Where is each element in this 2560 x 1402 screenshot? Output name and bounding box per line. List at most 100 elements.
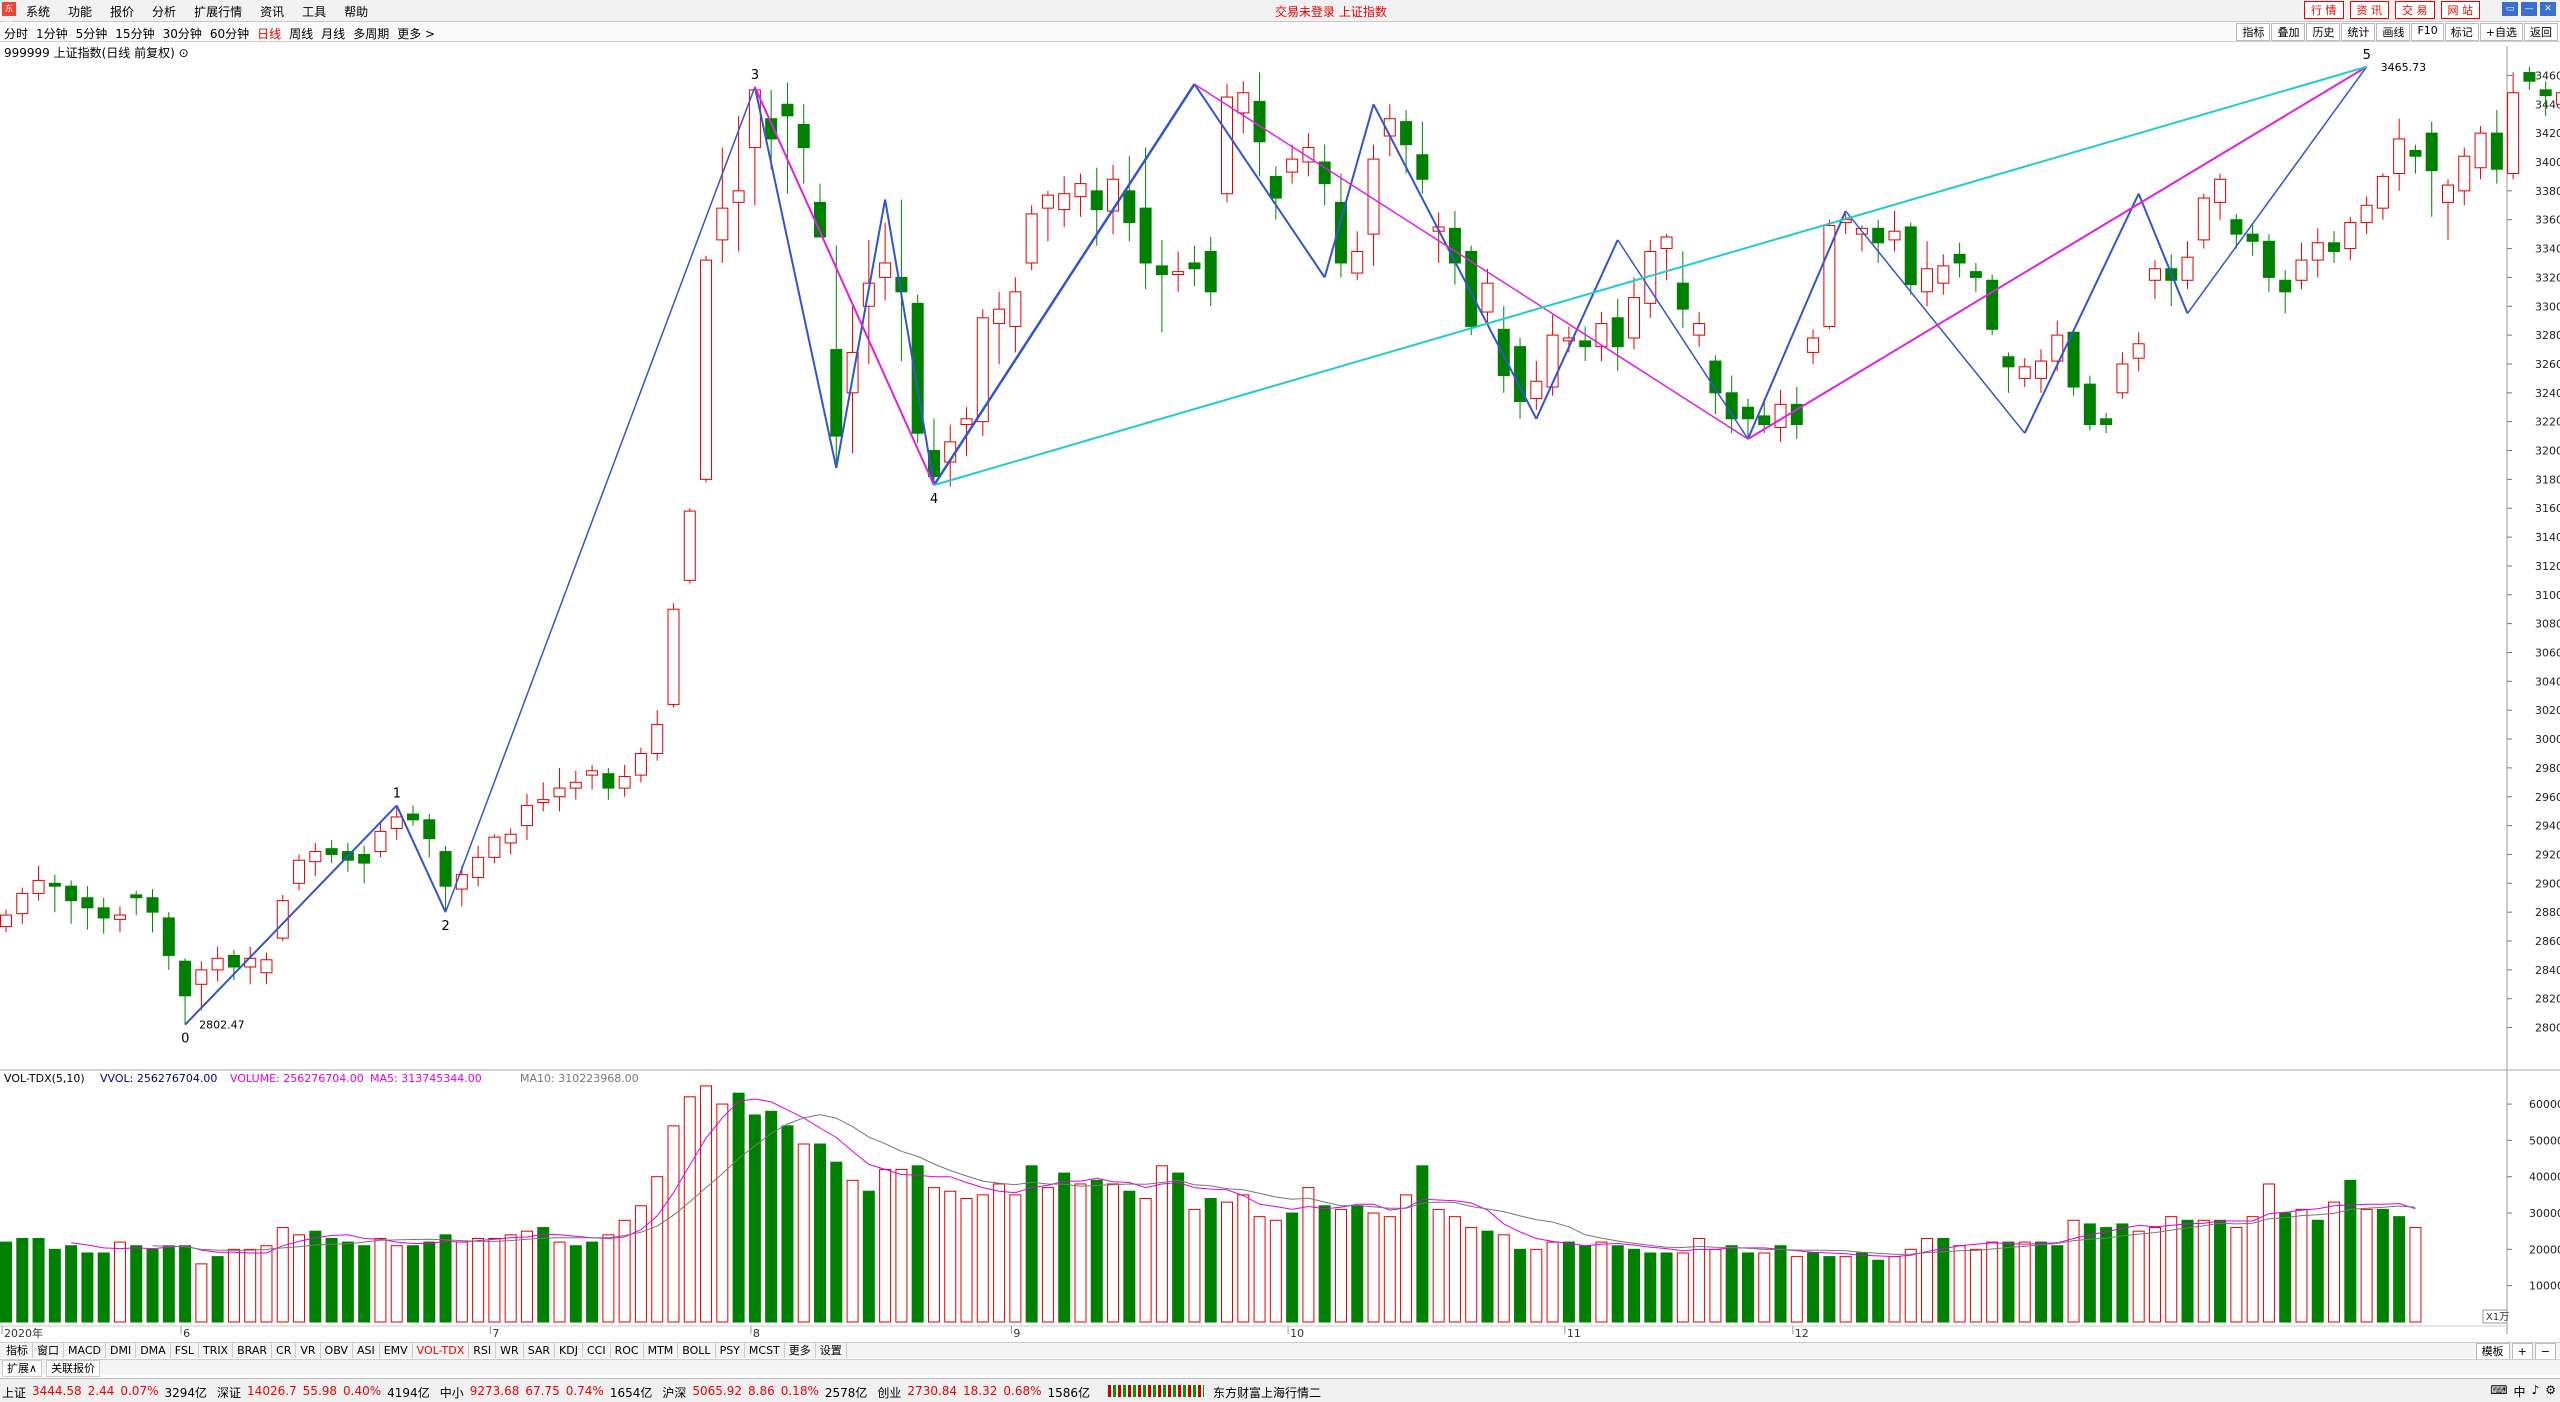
index-quote[interactable]: 中小 9273.68 67.75 0.74% 1654亿 bbox=[440, 1384, 653, 1401]
menu-item[interactable]: 帮助 bbox=[344, 3, 368, 20]
indicator-tab[interactable]: MTM bbox=[644, 1343, 679, 1358]
indicator-window-tab[interactable]: 窗口 bbox=[33, 1343, 64, 1358]
price-tick-label: 3200 bbox=[2535, 445, 2560, 458]
volume-tick-label: 60000 bbox=[2529, 1098, 2560, 1111]
period-tab[interactable]: 15分钟 bbox=[115, 25, 154, 42]
window-control-button[interactable]: ✕ bbox=[2540, 2, 2556, 16]
indicator-tab[interactable]: BOLL bbox=[678, 1343, 716, 1358]
tray-icon[interactable]: ♪ bbox=[2532, 1383, 2540, 1400]
indicator-tab[interactable]: MACD bbox=[64, 1343, 106, 1358]
volume-bar bbox=[2100, 1227, 2113, 1323]
candle-body bbox=[732, 190, 745, 203]
menu-item[interactable]: 系统 bbox=[26, 3, 50, 20]
volume-bar bbox=[81, 1252, 94, 1323]
system-tray: ⌨ 中 ♪ ⚙ bbox=[2490, 1383, 2556, 1400]
index-quote[interactable]: 上证 3444.58 2.44 0.07% 3294亿 bbox=[2, 1384, 207, 1401]
top-nav-button[interactable]: 网 站 bbox=[2440, 1, 2480, 19]
chart-tool-button[interactable]: 统计 bbox=[2341, 23, 2376, 41]
menu-item[interactable]: 工具 bbox=[302, 3, 326, 20]
top-nav-button[interactable]: 交 易 bbox=[2395, 1, 2435, 19]
chart-tool-button[interactable]: 画线 bbox=[2376, 23, 2411, 41]
period-tab[interactable]: 周线 bbox=[289, 25, 313, 42]
period-tab[interactable]: 30分钟 bbox=[163, 25, 202, 42]
period-tab[interactable]: 日线 bbox=[257, 25, 281, 42]
candle-body bbox=[1465, 250, 1478, 327]
indicator-tab[interactable]: 更多 bbox=[785, 1343, 816, 1358]
tray-icon[interactable]: 中 bbox=[2514, 1383, 2526, 1400]
volume-bar bbox=[1334, 1208, 1347, 1323]
candle-body bbox=[2376, 175, 2389, 209]
candle-body bbox=[309, 851, 322, 863]
indicator-tab[interactable]: CR bbox=[272, 1343, 297, 1358]
candle-body bbox=[2360, 204, 2373, 224]
window-control-button[interactable]: — bbox=[2521, 2, 2537, 16]
indicator-tab[interactable]: PSY bbox=[716, 1343, 745, 1358]
index-quote[interactable]: 沪深 5065.92 8.86 0.18% 2578亿 bbox=[662, 1384, 867, 1401]
period-tab[interactable]: 月线 bbox=[321, 25, 345, 42]
period-tab[interactable]: 更多 > bbox=[397, 25, 435, 42]
indicator-tab[interactable]: ASI bbox=[353, 1343, 380, 1358]
indicator-tab[interactable]: MCST bbox=[745, 1343, 785, 1358]
price-tick-label: 3040 bbox=[2535, 675, 2560, 688]
indicator-tab[interactable]: RSI bbox=[469, 1343, 497, 1358]
indicator-tab[interactable]: 设置 bbox=[816, 1343, 847, 1358]
template-button[interactable]: 模板 bbox=[2475, 1343, 2510, 1360]
chart-tool-button[interactable]: 标记 bbox=[2444, 23, 2479, 41]
menu-item[interactable]: 扩展行情 bbox=[194, 3, 242, 20]
indicator-tab[interactable]: EMV bbox=[380, 1343, 413, 1358]
chart-tool-button[interactable]: 返回 bbox=[2524, 23, 2558, 41]
indicator-tab[interactable]: DMI bbox=[106, 1343, 137, 1358]
tray-icon[interactable]: ⚙ bbox=[2545, 1383, 2556, 1400]
price-tick-label: 2940 bbox=[2535, 820, 2560, 833]
index-quote[interactable]: 创业 2730.84 18.32 0.68% 1586亿 bbox=[877, 1384, 1090, 1401]
top-nav-button[interactable]: 行 情 bbox=[2304, 1, 2344, 19]
tray-icon[interactable]: ⌨ bbox=[2490, 1383, 2507, 1400]
period-tab[interactable]: 5分钟 bbox=[76, 25, 108, 42]
indicator-tab[interactable]: VOL-TDX bbox=[413, 1343, 470, 1358]
menu-item[interactable]: 分析 bbox=[152, 3, 176, 20]
chart-tool-button[interactable]: +自选 bbox=[2479, 23, 2523, 41]
indicator-tab[interactable]: BRAR bbox=[233, 1343, 273, 1358]
indicator-tab[interactable]: CCI bbox=[583, 1343, 611, 1358]
indicator-tab[interactable]: DMA bbox=[136, 1343, 171, 1358]
candle-body bbox=[1025, 213, 1038, 264]
indicator-tab[interactable]: WR bbox=[496, 1343, 524, 1358]
volume-tick-label: 50000 bbox=[2529, 1134, 2560, 1147]
indicator-tab[interactable]: OBV bbox=[321, 1343, 353, 1358]
indicator-tab[interactable]: ROC bbox=[611, 1343, 644, 1358]
menu-item[interactable]: 功能 bbox=[68, 3, 92, 20]
volume-bar bbox=[651, 1176, 664, 1323]
period-tab[interactable]: 60分钟 bbox=[210, 25, 249, 42]
period-tab[interactable]: 多周期 bbox=[353, 25, 389, 42]
menu-item[interactable]: 资讯 bbox=[260, 3, 284, 20]
volume-bar bbox=[1693, 1237, 1706, 1323]
index-quote[interactable]: 深证 14026.7 55.98 0.40% 4194亿 bbox=[217, 1384, 430, 1401]
period-tab[interactable]: 分时 bbox=[4, 25, 28, 42]
template-buttons: 模板 + − bbox=[2475, 1343, 2556, 1360]
indicator-window-tab[interactable]: 指标 bbox=[2, 1343, 33, 1358]
indicator-tab[interactable]: KDJ bbox=[555, 1343, 583, 1358]
candle-body bbox=[179, 960, 192, 997]
kline-chart[interactable]: 3460344034203400338033603340332033003280… bbox=[0, 46, 2560, 1342]
extension-tab[interactable]: 扩展∧ bbox=[2, 1360, 43, 1377]
indicator-tab[interactable]: FSL bbox=[171, 1343, 199, 1358]
indicator-tab[interactable]: VR bbox=[296, 1343, 321, 1358]
template-button[interactable]: − bbox=[2534, 1343, 2556, 1360]
extension-tab[interactable]: 关联报价 bbox=[46, 1360, 101, 1377]
top-nav-button[interactable]: 资 讯 bbox=[2349, 1, 2389, 19]
indicator-tabs: 指标 窗口 MACD DMI DMA FSL TRIX BRAR CR VR OBV ASI EMV VO… bbox=[2, 1343, 847, 1358]
indicator-tab[interactable]: SAR bbox=[524, 1343, 556, 1358]
window-control-button[interactable]: ▭ bbox=[2502, 2, 2518, 16]
candle-body bbox=[488, 836, 501, 858]
indicator-tab[interactable]: TRIX bbox=[199, 1343, 234, 1358]
period-tab[interactable]: 1分钟 bbox=[36, 25, 68, 42]
volume-bar bbox=[1188, 1208, 1201, 1323]
template-button[interactable]: + bbox=[2511, 1343, 2533, 1360]
price-tick-label: 3060 bbox=[2535, 646, 2560, 659]
chart-tool-button[interactable]: 指标 bbox=[2236, 23, 2271, 41]
chart-tool-button[interactable]: 历史 bbox=[2306, 23, 2341, 41]
price-tick-label: 3320 bbox=[2535, 271, 2560, 284]
chart-tool-button[interactable]: 叠加 bbox=[2271, 23, 2306, 41]
menu-item[interactable]: 报价 bbox=[110, 3, 134, 20]
chart-tool-button[interactable]: F10 bbox=[2411, 23, 2444, 41]
